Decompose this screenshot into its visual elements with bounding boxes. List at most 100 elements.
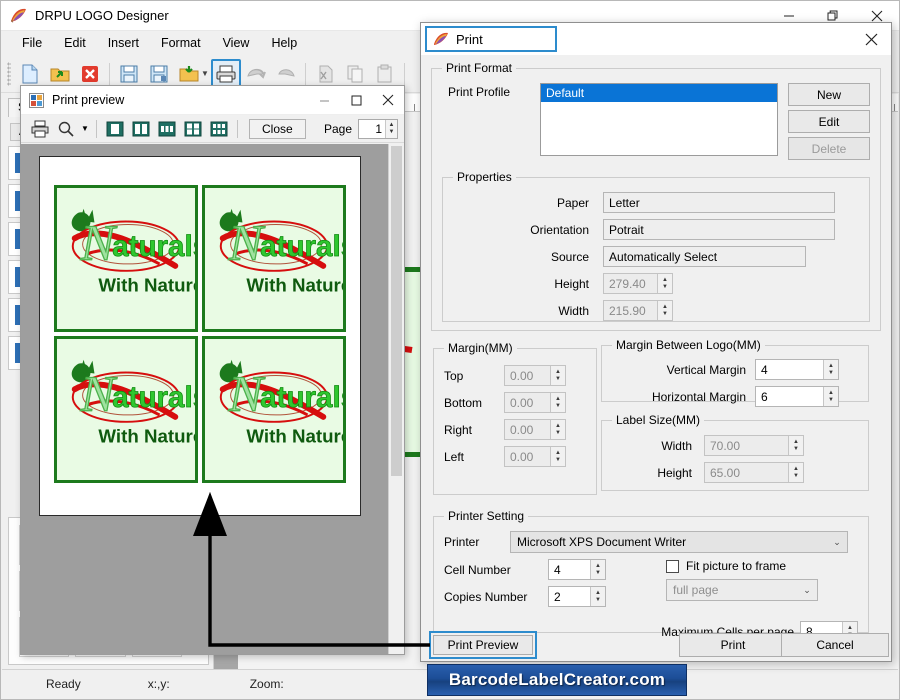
source-field[interactable]: Automatically Select bbox=[603, 246, 806, 267]
properties-group: Properties Paper Letter Orientation Potr… bbox=[442, 170, 870, 322]
new-document-icon[interactable] bbox=[15, 59, 45, 89]
margin-left-spinner-icon[interactable]: ▲ ▼ bbox=[550, 447, 565, 466]
print-profile-list[interactable]: Default bbox=[540, 83, 778, 156]
menu-edit[interactable]: Edit bbox=[53, 33, 97, 53]
orientation-field[interactable]: Potrait bbox=[603, 219, 835, 240]
vertical-margin-label: Vertical Margin bbox=[666, 362, 746, 377]
copy-icon[interactable] bbox=[340, 59, 370, 89]
paste-icon[interactable] bbox=[370, 59, 400, 89]
preview-close-button[interactable]: Close bbox=[249, 118, 306, 139]
pp-close-button[interactable] bbox=[372, 86, 404, 115]
import-dropdown-icon[interactable]: ▼ bbox=[201, 69, 209, 78]
page-number-stepper[interactable]: 1 ▲ ▼ bbox=[358, 118, 398, 139]
margin-bottom-stepper[interactable]: 0.00 ▲ ▼ bbox=[504, 392, 566, 413]
print-profile-selected-item[interactable]: Default bbox=[541, 84, 777, 102]
menu-insert[interactable]: Insert bbox=[97, 33, 150, 53]
menu-view[interactable]: View bbox=[212, 33, 261, 53]
page-spinner-icon[interactable]: ▲ ▼ bbox=[385, 119, 397, 138]
label-width-stepper[interactable]: 70.00 ▲ ▼ bbox=[704, 435, 804, 456]
toolbar-grip[interactable] bbox=[7, 61, 11, 86]
label-height-spinner-icon[interactable]: ▲ ▼ bbox=[788, 463, 803, 482]
print-dialog-title: Print bbox=[456, 31, 483, 47]
horizontal-margin-spinner-icon[interactable]: ▲ ▼ bbox=[823, 387, 838, 406]
undo-icon[interactable] bbox=[241, 59, 271, 89]
height-stepper[interactable]: 279.40 ▲ ▼ bbox=[603, 273, 673, 294]
printer-label: Printer bbox=[444, 535, 480, 549]
cell-number-label: Cell Number bbox=[444, 562, 511, 577]
width-label: Width bbox=[558, 303, 589, 318]
vertical-margin-stepper[interactable]: 4 ▲ ▼ bbox=[755, 359, 839, 380]
preview-scroll-thumb[interactable] bbox=[391, 146, 402, 476]
label-width-spinner-icon[interactable]: ▲ ▼ bbox=[788, 436, 803, 455]
cut-icon[interactable] bbox=[310, 59, 340, 89]
naturals-logo: N aturals With Nature bbox=[205, 189, 343, 328]
margin-bottom-spinner-icon[interactable]: ▲ ▼ bbox=[550, 393, 565, 412]
cell-number-spinner-icon[interactable]: ▲ ▼ bbox=[590, 560, 605, 579]
source-label: Source bbox=[550, 249, 589, 264]
fit-picture-checkbox[interactable] bbox=[666, 559, 679, 573]
four-pages-layout-icon[interactable] bbox=[180, 117, 206, 141]
chevron-down-icon: ⌄ bbox=[833, 536, 841, 547]
margin-right-spinner-icon[interactable]: ▲ ▼ bbox=[550, 420, 565, 439]
horizontal-margin-value: 6 bbox=[761, 389, 768, 404]
cell-number-stepper[interactable]: 4 ▲ ▼ bbox=[548, 559, 606, 580]
height-value: 279.40 bbox=[609, 276, 646, 291]
magnifier-icon[interactable] bbox=[53, 117, 79, 141]
width-spinner-icon[interactable]: ▲ ▼ bbox=[657, 301, 672, 320]
menu-file[interactable]: File bbox=[11, 33, 53, 53]
edit-profile-button[interactable]: Edit bbox=[788, 110, 870, 133]
status-ready: Ready bbox=[46, 677, 81, 691]
copies-number-spinner-icon[interactable]: ▲ ▼ bbox=[590, 587, 605, 606]
margin-top-stepper[interactable]: 0.00 ▲ ▼ bbox=[504, 365, 566, 386]
zoom-dropdown-icon[interactable]: ▼ bbox=[79, 117, 91, 141]
print-preview-titlebar: Print preview bbox=[21, 86, 404, 115]
print-button[interactable]: Print bbox=[679, 633, 787, 657]
import-icon[interactable] bbox=[174, 59, 204, 89]
print-preview-body[interactable]: N aturals With Nature bbox=[21, 144, 404, 654]
fit-picture-label: Fit picture to frame bbox=[686, 559, 787, 573]
print-preview-button[interactable]: Print Preview bbox=[433, 635, 533, 655]
label-size-legend: Label Size(MM) bbox=[616, 413, 701, 427]
fit-mode-select[interactable]: full page ⌄ bbox=[666, 579, 818, 601]
print-dialog-close-button[interactable] bbox=[851, 23, 891, 55]
new-profile-button[interactable]: New bbox=[788, 83, 870, 106]
redo-icon[interactable] bbox=[271, 59, 301, 89]
width-stepper[interactable]: 215.90 ▲ ▼ bbox=[603, 300, 673, 321]
three-pages-layout-icon[interactable] bbox=[154, 117, 180, 141]
svg-text:aturals: aturals bbox=[112, 230, 195, 263]
printer-select[interactable]: Microsoft XPS Document Writer ⌄ bbox=[510, 531, 848, 553]
pp-maximize-button[interactable] bbox=[340, 86, 372, 115]
print-preview-window: Print preview ▼ Close Page 1 ▲ ▼ N atura… bbox=[20, 85, 405, 655]
margin-right-stepper[interactable]: 0.00 ▲ ▼ bbox=[504, 419, 566, 440]
svg-text:aturals: aturals bbox=[112, 381, 195, 414]
printer-setting-legend: Printer Setting bbox=[448, 509, 525, 523]
save-icon[interactable] bbox=[114, 59, 144, 89]
pp-minimize-button[interactable] bbox=[308, 86, 340, 115]
properties-legend: Properties bbox=[457, 170, 512, 184]
two-pages-layout-icon[interactable] bbox=[128, 117, 154, 141]
copies-number-stepper[interactable]: 2 ▲ ▼ bbox=[548, 586, 606, 607]
printer-icon[interactable] bbox=[27, 117, 53, 141]
delete-profile-button[interactable]: Delete bbox=[788, 137, 870, 160]
label-height-stepper[interactable]: 65.00 ▲ ▼ bbox=[704, 462, 804, 483]
label-width-label: Width bbox=[661, 438, 692, 453]
naturals-logo: N aturals With Nature bbox=[205, 340, 343, 479]
margin-legend: Margin(MM) bbox=[448, 341, 513, 355]
paper-field[interactable]: Letter bbox=[603, 192, 835, 213]
six-pages-layout-icon[interactable] bbox=[206, 117, 232, 141]
margin-top-spinner-icon[interactable]: ▲ ▼ bbox=[550, 366, 565, 385]
vertical-margin-spinner-icon[interactable]: ▲ ▼ bbox=[823, 360, 838, 379]
cancel-button[interactable]: Cancel bbox=[781, 633, 889, 657]
page-label: Page bbox=[323, 121, 352, 136]
menu-help[interactable]: Help bbox=[260, 33, 308, 53]
open-file-icon[interactable] bbox=[45, 59, 75, 89]
one-page-layout-icon[interactable] bbox=[102, 117, 128, 141]
save-as-icon[interactable] bbox=[144, 59, 174, 89]
print-icon[interactable] bbox=[210, 58, 241, 89]
height-spinner-icon[interactable]: ▲ ▼ bbox=[657, 274, 672, 293]
preview-vertical-scrollbar[interactable] bbox=[388, 144, 404, 654]
close-file-icon[interactable] bbox=[75, 59, 105, 89]
margin-left-stepper[interactable]: 0.00 ▲ ▼ bbox=[504, 446, 566, 467]
horizontal-margin-stepper[interactable]: 6 ▲ ▼ bbox=[755, 386, 839, 407]
menu-format[interactable]: Format bbox=[150, 33, 212, 53]
